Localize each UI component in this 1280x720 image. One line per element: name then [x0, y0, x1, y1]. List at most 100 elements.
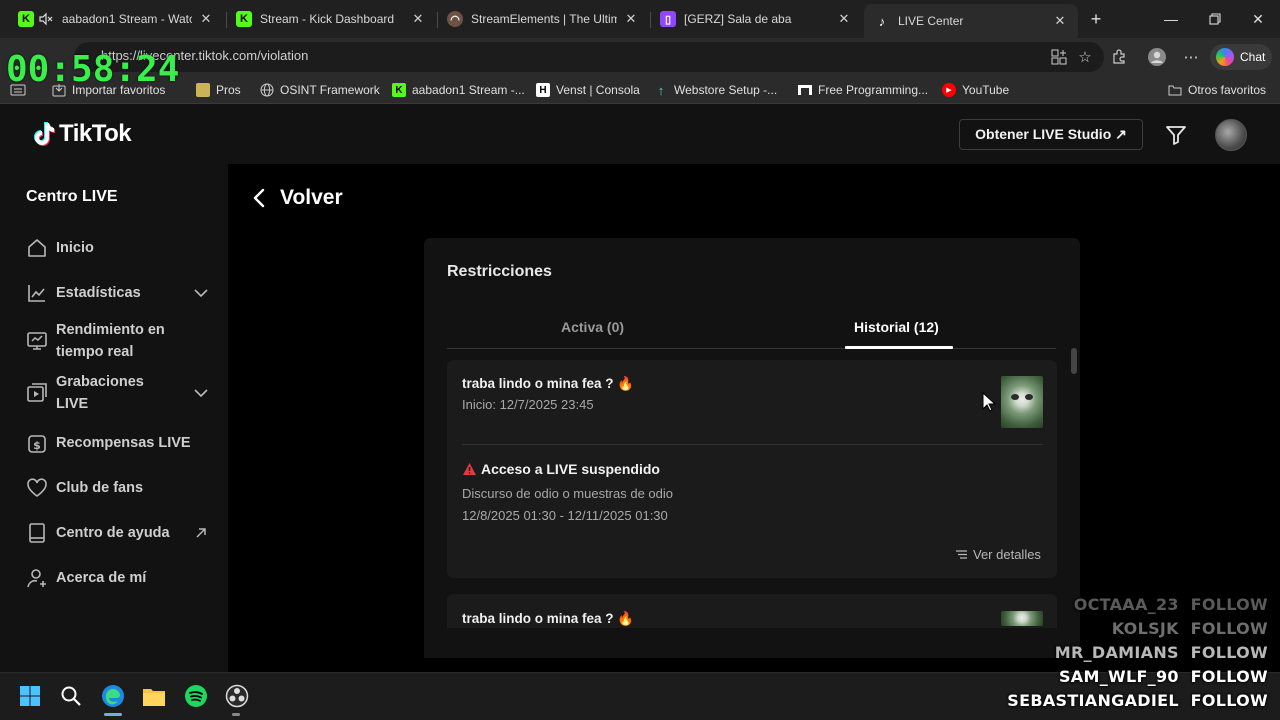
chat-label: Chat [1240, 50, 1266, 64]
streamelements-icon: ◠ [447, 11, 463, 27]
pin-icon: ↑ [657, 82, 665, 98]
youtube-icon: ▶ [942, 83, 956, 97]
spotify-icon[interactable] [183, 683, 209, 709]
user-icon [27, 569, 46, 588]
sidebar-item-label: Recompensas LIVE [56, 435, 191, 451]
muted-speaker-icon[interactable] [38, 11, 54, 27]
stream-start: Inicio: 12/7/2025 23:45 [462, 397, 594, 412]
more-options-icon[interactable]: ⋯ [1180, 46, 1202, 68]
browser-tab[interactable]: ◠ StreamElements | The Ultimate S ✕ [437, 4, 649, 34]
tab-title: LIVE Center [898, 14, 964, 28]
obs-icon[interactable] [224, 683, 250, 709]
file-explorer-icon[interactable] [141, 683, 167, 709]
tab-title: StreamElements | The Ultimate S [471, 12, 617, 26]
filter-icon[interactable] [1164, 123, 1188, 147]
chevron-down-icon[interactable] [194, 286, 208, 300]
windows-start-icon[interactable] [17, 683, 43, 709]
sidebar-item-inicio[interactable]: Inicio [26, 237, 216, 259]
sidebar-item-recompensas[interactable]: $ Recompensas LIVE [26, 432, 216, 454]
avatar[interactable] [1215, 119, 1247, 151]
sidebar-item-label: Acerca de mí [56, 570, 147, 586]
profile-icon[interactable] [1146, 46, 1168, 68]
folder-icon [196, 83, 210, 97]
svg-text:$: $ [33, 439, 41, 452]
restriction-period: 12/8/2025 01:30 - 12/11/2025 01:30 [462, 508, 668, 523]
follow-notification: MR_DAMIANS FOLLOW [1054, 643, 1268, 662]
chart-icon [28, 285, 45, 302]
new-tab-icon[interactable]: + [1085, 8, 1107, 30]
close-tab-icon[interactable]: ✕ [410, 11, 426, 27]
copilot-icon [1216, 48, 1234, 66]
restriction-reason: Discurso de odio o muestras de odio [462, 486, 674, 501]
recordings-icon [27, 383, 47, 402]
stream-thumbnail[interactable] [1001, 376, 1043, 428]
bookmark-other-favorites[interactable]: Otros favoritos [1168, 82, 1266, 98]
minimize-icon[interactable]: — [1160, 8, 1182, 30]
bookmark-pros[interactable]: Pros [196, 82, 241, 98]
monitor-icon [27, 332, 47, 350]
list-icon [956, 550, 967, 559]
get-live-studio-button[interactable]: Obtener LIVE Studio ↗ [959, 119, 1143, 150]
mouse-cursor-icon [982, 392, 996, 412]
view-details-button[interactable]: Ver detalles [955, 547, 1041, 562]
browser-tab-active[interactable]: ♪ LIVE Center ✕ [864, 4, 1078, 38]
home-icon [28, 239, 46, 257]
close-tab-icon[interactable]: ✕ [1052, 13, 1068, 29]
tab-divider [447, 348, 1056, 349]
scrollbar[interactable] [1071, 348, 1077, 374]
bookmark-venst[interactable]: H Venst | Consola [536, 82, 640, 98]
browser-tab[interactable]: ▯ [GERZ] Sala de aba ✕ [650, 4, 862, 34]
search-icon[interactable] [58, 683, 84, 709]
bookmark-free-programming[interactable]: Free Programming... [798, 82, 928, 98]
sidebar-item-label: Rendimiento en tiempo real [56, 322, 165, 360]
chevron-left-icon [253, 188, 265, 208]
bookmark-youtube[interactable]: ▶ YouTube [942, 82, 1009, 98]
tab-title: aabadon1 Stream - Watch L [62, 12, 192, 26]
sidebar-item-grabaciones[interactable]: Grabaciones LIVE [26, 371, 216, 415]
fire-icon: 🔥 [617, 611, 635, 626]
tiktok-icon: ♪ [878, 13, 886, 29]
tab-title: [GERZ] Sala de aba [684, 12, 792, 26]
sidebar-item-centro-de-ayuda[interactable]: Centro de ayuda [26, 522, 216, 544]
close-tab-icon[interactable]: ✕ [836, 11, 852, 27]
chevron-down-icon[interactable] [194, 386, 208, 400]
favorite-star-icon[interactable]: ☆ [1074, 46, 1096, 68]
divider [462, 444, 1043, 445]
globe-icon [260, 83, 274, 97]
stream-thumbnail[interactable] [1001, 611, 1043, 626]
extensions-icon[interactable] [1108, 46, 1130, 68]
tab-activa[interactable]: Activa (0) [561, 319, 624, 335]
sidebar-item-label: Inicio [56, 240, 94, 256]
kick-icon: K [392, 83, 406, 97]
restore-icon[interactable] [1204, 8, 1226, 30]
sidebar-title: Centro LIVE [26, 188, 118, 205]
back-button[interactable]: Volver [252, 186, 343, 210]
copilot-chat-button[interactable]: Chat [1210, 44, 1272, 70]
close-tab-icon[interactable]: ✕ [623, 11, 639, 27]
bookmark-webstore[interactable]: ↑ Webstore Setup -... [654, 82, 777, 98]
follow-notification: OCTAAA_23 FOLLOW [1073, 595, 1268, 614]
tiktok-logo[interactable]: TikTok [33, 120, 132, 148]
bookmark-osint[interactable]: OSINT Framework [260, 82, 380, 98]
tab-historial[interactable]: Historial (12) [854, 319, 939, 335]
bookmark-aabadon[interactable]: K aabadon1 Stream -... [392, 82, 525, 98]
follow-notification: SAM_WLF_90 FOLLOW [1058, 667, 1268, 686]
app-available-icon[interactable] [1048, 46, 1070, 68]
stream-title: traba lindo o mina fea ? 🔥 [462, 611, 635, 626]
sidebar-item-rendimiento[interactable]: Rendimiento en tiempo real [26, 319, 216, 363]
sidebar-item-club-de-fans[interactable]: Club de fans [26, 477, 216, 499]
card-title: Restricciones [447, 263, 552, 280]
close-tab-icon[interactable]: ✕ [198, 11, 214, 27]
browser-tab-strip: K aabadon1 Stream - Watch L ✕ K Stream -… [0, 0, 1280, 38]
sidebar-item-label: Centro de ayuda [56, 525, 170, 541]
book-icon [798, 85, 812, 95]
tab-title: Stream - Kick Dashboard [260, 12, 395, 26]
warning-icon [463, 463, 476, 475]
edge-browser-icon[interactable] [100, 683, 126, 709]
browser-tab[interactable]: K aabadon1 Stream - Watch L ✕ [8, 4, 224, 34]
sidebar-item-acerca-de-mi[interactable]: Acerca de mí [26, 567, 216, 589]
tiktok-note-icon [34, 122, 55, 146]
browser-tab[interactable]: K Stream - Kick Dashboard ✕ [226, 4, 436, 34]
close-window-icon[interactable]: ✕ [1247, 8, 1269, 30]
sidebar-item-estadisticas[interactable]: Estadísticas [26, 282, 216, 304]
